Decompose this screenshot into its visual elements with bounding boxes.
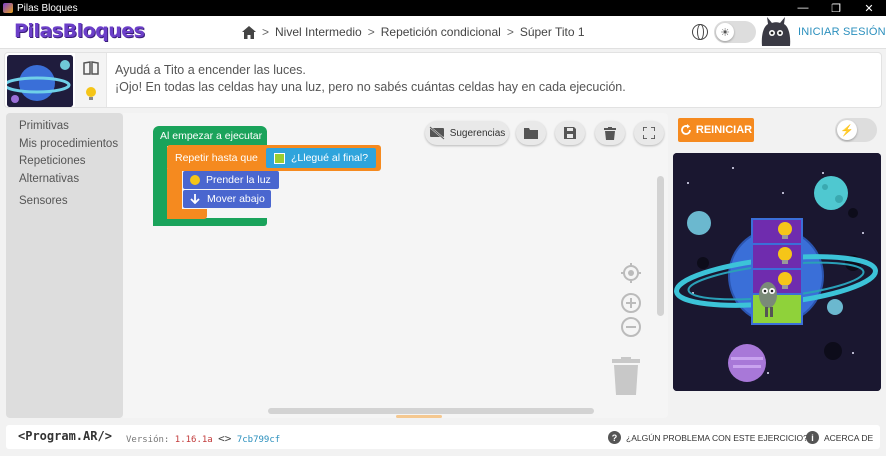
breadcrumb-item-level[interactable]: Nivel Intermedio (275, 25, 362, 39)
scene-canvas (673, 153, 881, 391)
toolbox-category-procedures[interactable]: Mis procedimientos (6, 136, 123, 154)
sensor-block-label: ¿Llegué al final? (291, 152, 369, 164)
plus-icon (626, 298, 636, 308)
maximize-button[interactable]: ❐ (820, 0, 852, 16)
refresh-icon (680, 124, 691, 135)
window-title: Pilas Bloques (17, 2, 78, 14)
event-block-label: Al empezar a ejecutar (160, 130, 263, 142)
breadcrumb-separator: > (262, 25, 270, 39)
instructions-panel: Ayudá a Tito a encender las luces. ¡Ojo!… (4, 52, 882, 108)
close-button[interactable]: ✕ (853, 0, 885, 16)
instructions-line-2: ¡Ojo! En todas las celdas hay una luz, p… (115, 80, 626, 94)
breadcrumb: > Nivel Intermedio > Repetición condicio… (242, 25, 585, 39)
restart-button[interactable]: REINICIAR (678, 118, 754, 142)
workspace-vertical-scrollbar[interactable] (657, 176, 664, 316)
action-block-label-light: Prender la luz (206, 174, 271, 186)
report-problem-label: ¿ALGÚN PROBLEMA CON ESTE EJERCICIO? (626, 432, 808, 443)
instructions-line-1: Ayudá a Tito a encender las luces. (115, 63, 306, 77)
zoom-out-button[interactable] (621, 317, 641, 337)
version-label: Versión: (126, 435, 170, 445)
fullscreen-button[interactable] (634, 121, 664, 145)
save-button[interactable] (555, 121, 585, 145)
turbo-toggle[interactable]: ⚡ (835, 118, 877, 142)
recenter-button[interactable] (621, 263, 641, 283)
window-titlebar: Pilas Bloques — ❐ ✕ (0, 0, 886, 16)
trash-icon (604, 126, 616, 140)
instructions-text: Ayudá a Tito a encender las luces. ¡Ojo!… (115, 62, 626, 96)
action-block-move-down[interactable]: Mover abajo (183, 190, 271, 208)
toolbox-category-primitives[interactable]: Primitivas (6, 118, 123, 136)
workspace-trash-icon[interactable] (612, 357, 640, 395)
fullscreen-icon (643, 127, 655, 139)
game-scene (673, 153, 881, 391)
exercise-thumbnail (7, 55, 73, 107)
info-icon: i (806, 431, 819, 444)
programar-logo[interactable]: <Program.AR/> (18, 429, 112, 443)
toolbox-category-alternatives[interactable]: Alternativas (6, 171, 123, 189)
repeat-block-label: Repetir hasta que (175, 152, 258, 164)
instruction-tabs (75, 53, 107, 107)
no-comment-icon (429, 126, 445, 140)
sensor-square-icon (274, 152, 285, 164)
hints-label: Sugerencias (449, 127, 506, 139)
hints-button[interactable]: Sugerencias (425, 121, 509, 145)
breadcrumb-item-chapter[interactable]: Repetición condicional (381, 25, 501, 39)
about-label: ACERCA DE (824, 432, 874, 443)
login-button[interactable]: INICIAR SESIÓN (798, 26, 886, 38)
breadcrumb-separator: > (367, 25, 375, 39)
sensor-block-reached-end[interactable]: ¿Llegué al final? (266, 148, 376, 168)
book-icon[interactable] (83, 61, 99, 75)
restart-label: REINICIAR (695, 124, 753, 136)
block-toolbox: Primitivas Mis procedimientos Repeticion… (6, 113, 123, 418)
scroll-indicator (396, 415, 442, 418)
toolbox-category-sensors[interactable]: Sensores (6, 193, 123, 211)
workspace-horizontal-scrollbar[interactable] (268, 408, 594, 414)
lightbulb-icon (190, 175, 200, 185)
app-footer: <Program.AR/> Versión: 1.16.1a <> 7cb799… (6, 425, 880, 449)
minus-icon (626, 326, 636, 328)
help-icon: ? (608, 431, 621, 444)
app-icon (3, 3, 13, 13)
folder-icon (524, 128, 538, 139)
about-link[interactable]: i ACERCA DE (806, 431, 873, 444)
version-info: Versión: 1.16.1a <> 7cb799cf (126, 432, 280, 445)
commit-hash[interactable]: 7cb799cf (237, 435, 280, 445)
toolbox-category-repetitions[interactable]: Repeticiones (6, 153, 123, 171)
home-icon[interactable] (242, 25, 256, 39)
blocks-workspace[interactable]: Sugerencias Al empezar a ejecutar Repeti… (123, 113, 668, 418)
report-problem-link[interactable]: ? ¿ALGÚN PROBLEMA CON ESTE EJERCICIO? (608, 431, 808, 444)
breadcrumb-item-exercise: Súper Tito 1 (519, 25, 585, 39)
delete-button[interactable] (595, 121, 625, 145)
app-logo[interactable]: PilasBloques (14, 20, 145, 42)
action-block-label-move: Mover abajo (207, 193, 265, 205)
action-block-turn-on-light[interactable]: Prender la luz (183, 171, 279, 189)
target-icon (621, 263, 641, 283)
language-globe-icon[interactable] (692, 24, 708, 40)
arrow-down-icon (190, 194, 200, 204)
app-header: PilasBloques > Nivel Intermedio > Repeti… (0, 16, 886, 49)
save-icon (564, 127, 576, 139)
open-file-button[interactable] (516, 121, 546, 145)
theme-toggle[interactable]: ☀ (714, 21, 756, 43)
lightbulb-icon[interactable] (83, 85, 99, 103)
lightning-icon: ⚡ (837, 120, 857, 140)
zoom-in-button[interactable] (621, 293, 641, 313)
user-avatar-icon[interactable] (759, 16, 793, 48)
breadcrumb-separator: > (506, 25, 514, 39)
sun-icon: ☀ (716, 23, 734, 41)
minimize-button[interactable]: — (787, 0, 819, 16)
version-number: 1.16.1a (174, 435, 213, 445)
code-icon: <> (218, 432, 232, 445)
